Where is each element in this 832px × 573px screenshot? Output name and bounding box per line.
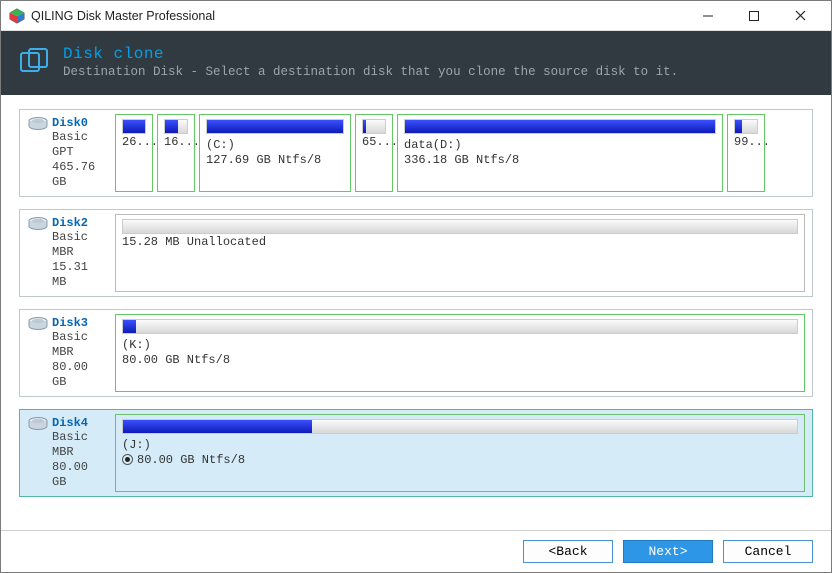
partition-info: 26...: [122, 135, 146, 149]
disk-size: 15.31 MB: [52, 260, 107, 290]
partition-info: 336.18 GB Ntfs/8: [404, 153, 716, 167]
minimize-button[interactable]: [685, 1, 731, 31]
disk-size: 80.00 GB: [52, 360, 107, 390]
disk-row[interactable]: Disk4Basic MBR80.00 GB (J:)80.00 GB Ntfs/…: [19, 409, 813, 497]
partition-label: (C:): [206, 138, 344, 152]
partition[interactable]: 99...: [727, 114, 765, 192]
partition-info: 80.00 GB Ntfs/8: [122, 453, 798, 467]
partition-label: (J:): [122, 438, 798, 452]
close-button[interactable]: [777, 1, 823, 31]
disk-name: Disk2: [52, 216, 107, 230]
radio-selected[interactable]: [122, 454, 133, 465]
disk-name: Disk0: [52, 116, 107, 130]
partition-info: 65...: [362, 135, 386, 149]
disk-row[interactable]: Disk2Basic MBR15.31 MB 15.28 MB Unallocat…: [19, 209, 813, 297]
partition[interactable]: (J:)80.00 GB Ntfs/8: [115, 414, 805, 492]
hdd-icon: [28, 216, 48, 290]
disk-row[interactable]: Disk3Basic MBR80.00 GB (K:)80.00 GB Ntfs/…: [19, 309, 813, 397]
partition[interactable]: 26...: [115, 114, 153, 192]
clone-icon: [19, 47, 49, 82]
partition[interactable]: data(D:)336.18 GB Ntfs/8: [397, 114, 723, 192]
partition[interactable]: (C:)127.69 GB Ntfs/8: [199, 114, 351, 192]
disk-size: 80.00 GB: [52, 460, 107, 490]
partition[interactable]: (K:)80.00 GB Ntfs/8: [115, 314, 805, 392]
disk-name: Disk3: [52, 316, 107, 330]
app-icon: [9, 8, 25, 24]
cancel-button[interactable]: Cancel: [723, 540, 813, 563]
back-button[interactable]: <Back: [523, 540, 613, 563]
footer: <Back Next> Cancel: [1, 530, 831, 572]
hdd-icon: [28, 316, 48, 390]
partition-info: 99...: [734, 135, 758, 149]
disk-row[interactable]: Disk0Basic GPT465.76 GB 26... 16... (C:)127…: [19, 109, 813, 197]
page-subtitle: Destination Disk - Select a destination …: [63, 65, 678, 79]
partition-info: 15.28 MB Unallocated: [122, 235, 798, 249]
partition-label: data(D:): [404, 138, 716, 152]
disk-type: Basic MBR: [52, 230, 107, 260]
disk-size: 465.76 GB: [52, 160, 107, 190]
page-title: Disk clone: [63, 45, 678, 63]
titlebar: QILING Disk Master Professional: [1, 1, 831, 31]
maximize-button[interactable]: [731, 1, 777, 31]
disk-type: Basic MBR: [52, 430, 107, 460]
partition[interactable]: 15.28 MB Unallocated: [115, 214, 805, 292]
hdd-icon: [28, 116, 48, 190]
partition[interactable]: 16...: [157, 114, 195, 192]
partition[interactable]: 65...: [355, 114, 393, 192]
disk-name: Disk4: [52, 416, 107, 430]
disk-type: Basic MBR: [52, 330, 107, 360]
page-header: Disk clone Destination Disk - Select a d…: [1, 31, 831, 95]
partition-info: 16...: [164, 135, 188, 149]
hdd-icon: [28, 416, 48, 490]
partition-info: 127.69 GB Ntfs/8: [206, 153, 344, 167]
window-title: QILING Disk Master Professional: [31, 9, 685, 23]
next-button[interactable]: Next>: [623, 540, 713, 563]
disk-list: Disk0Basic GPT465.76 GB 26... 16... (C:)127…: [1, 95, 831, 523]
partition-info: 80.00 GB Ntfs/8: [122, 353, 798, 367]
disk-type: Basic GPT: [52, 130, 107, 160]
partition-label: (K:): [122, 338, 798, 352]
